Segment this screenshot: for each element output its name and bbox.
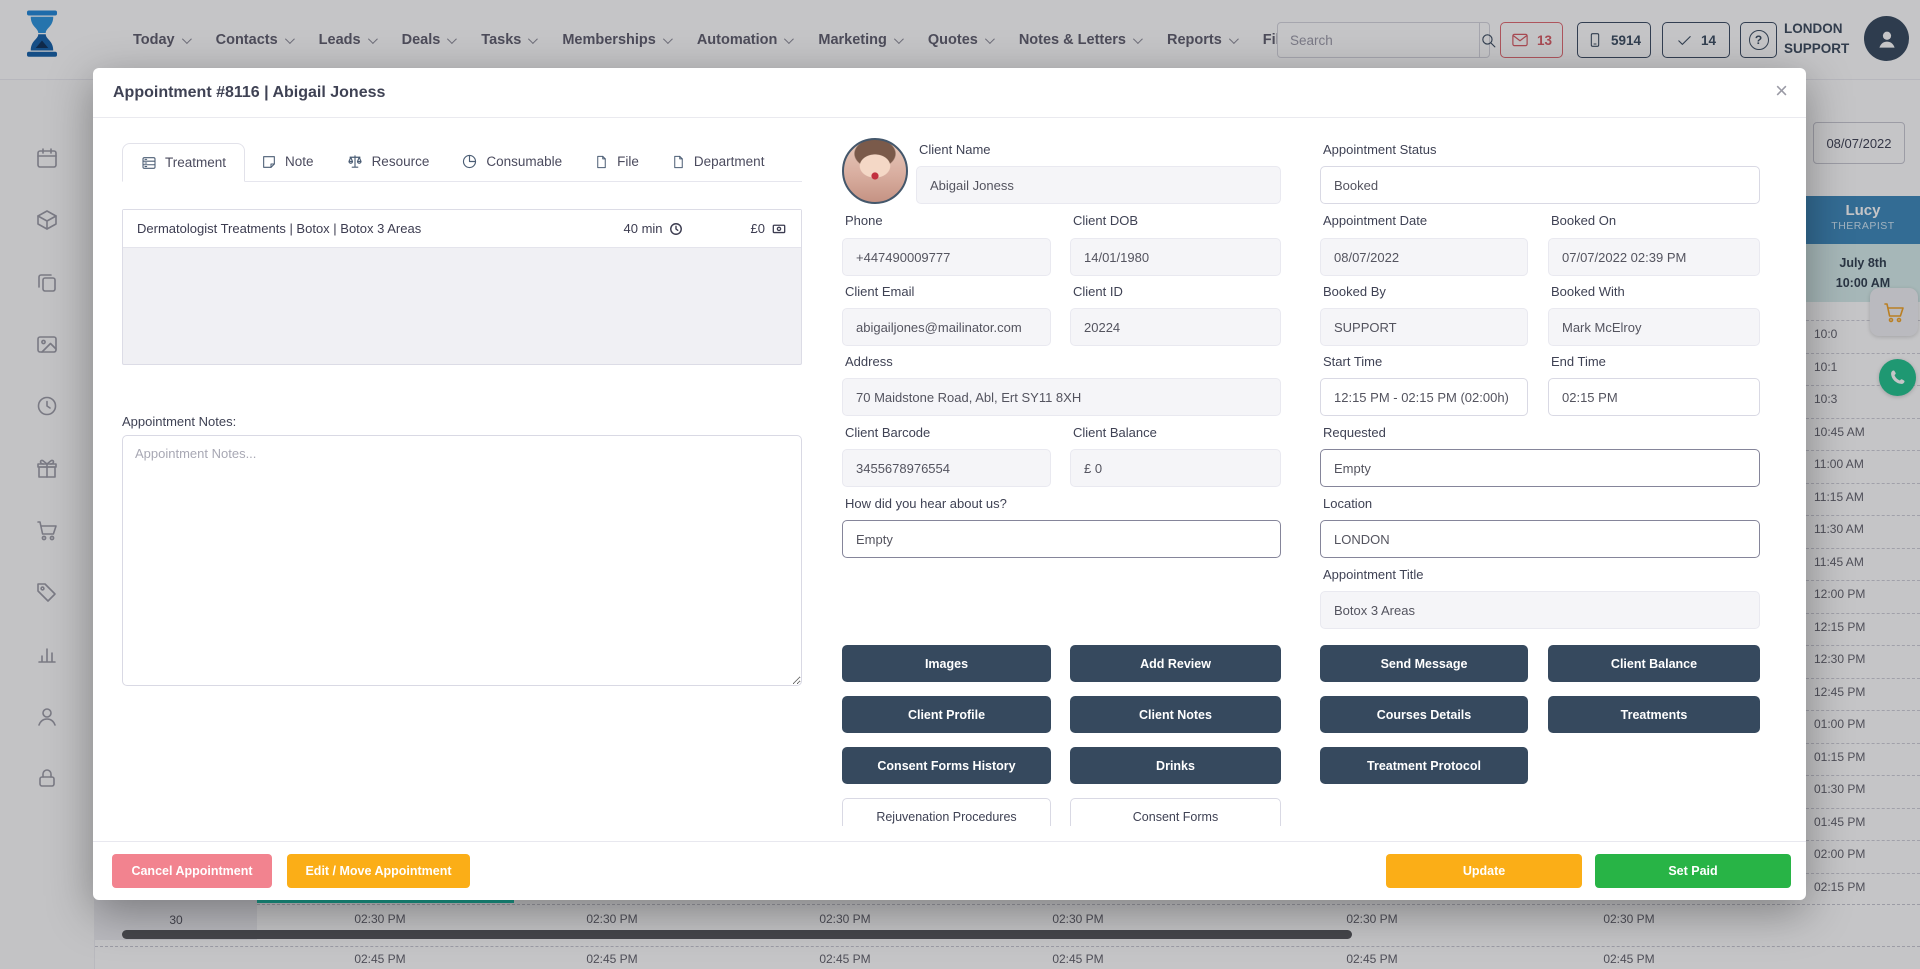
end-time-field[interactable]: 02:15 PM <box>1548 378 1760 416</box>
pie-chart-icon <box>461 153 478 170</box>
consent-forms-button[interactable]: Consent Forms <box>1070 798 1281 826</box>
tab-file[interactable]: File <box>578 142 655 181</box>
requested-label: Requested <box>1323 425 1386 440</box>
add-review-button[interactable]: Add Review <box>1070 645 1281 682</box>
requested-select[interactable]: Empty <box>1320 449 1760 487</box>
treatment-protocol-button[interactable]: Treatment Protocol <box>1320 747 1528 784</box>
client-email-label: Client Email <box>845 284 914 299</box>
scales-icon <box>346 153 364 170</box>
phone-field[interactable]: +447490009777 <box>842 238 1051 276</box>
booked-with-label: Booked With <box>1551 284 1625 299</box>
end-time-label: End Time <box>1551 354 1606 369</box>
tab-resource[interactable]: Resource <box>330 142 446 181</box>
send-message-button[interactable]: Send Message <box>1320 645 1528 682</box>
client-balance-field[interactable]: £ 0 <box>1070 449 1281 487</box>
phone-label: Phone <box>845 213 883 228</box>
modal-tabs: Treatment Note Resource Consumable File … <box>122 143 802 182</box>
appointment-modal: Appointment #8116 | Abigail Joness × Tre… <box>93 68 1806 900</box>
booked-on-label: Booked On <box>1551 213 1616 228</box>
treatment-price: £0 <box>751 221 765 236</box>
hear-about-label: How did you hear about us? <box>845 496 1007 511</box>
treatment-row[interactable]: Dermatologist Treatments | Botox | Botox… <box>123 210 801 248</box>
tab-department[interactable]: Department <box>655 142 781 181</box>
appointment-date-field[interactable]: 08/07/2022 <box>1320 238 1528 276</box>
treatments-button[interactable]: Treatments <box>1548 696 1760 733</box>
client-photo[interactable] <box>842 138 908 204</box>
client-name-label: Client Name <box>919 142 991 157</box>
rejuvenation-procedures-button[interactable]: Rejuvenation Procedures <box>842 798 1051 826</box>
booked-with-field[interactable]: Mark McElroy <box>1548 308 1760 346</box>
tab-consumable[interactable]: Consumable <box>445 142 578 181</box>
modal-title: Appointment #8116 | Abigail Joness <box>113 84 385 102</box>
client-name-field[interactable]: Abigail Joness <box>916 166 1281 204</box>
appointment-date-label: Appointment Date <box>1323 213 1427 228</box>
drinks-button[interactable]: Drinks <box>1070 747 1281 784</box>
client-notes-button[interactable]: Client Notes <box>1070 696 1281 733</box>
client-balance-label: Client Balance <box>1073 425 1157 440</box>
booked-on-field[interactable]: 07/07/2022 02:39 PM <box>1548 238 1760 276</box>
clipped-buttons-row: Rejuvenation Procedures Consent Forms <box>842 798 1281 826</box>
address-field[interactable]: 70 Maidstone Road, Abl, Ert SY11 8XH <box>842 378 1281 416</box>
address-label: Address <box>845 354 893 369</box>
appointment-notes-label: Appointment Notes: <box>122 414 236 429</box>
edit-move-appointment-button[interactable]: Edit / Move Appointment <box>287 854 470 888</box>
clock-icon <box>669 222 683 236</box>
note-icon <box>261 154 277 170</box>
client-email-field[interactable]: abigailjones@mailinator.com <box>842 308 1051 346</box>
appointment-notes-input[interactable] <box>122 435 802 686</box>
modal-header: Appointment #8116 | Abigail Joness × <box>93 68 1806 118</box>
client-balance-button[interactable]: Client Balance <box>1548 645 1760 682</box>
location-label: Location <box>1323 496 1372 511</box>
appointment-title-label: Appointment Title <box>1323 567 1423 582</box>
client-barcode-field[interactable]: 3455678976554 <box>842 449 1051 487</box>
file-icon <box>671 154 686 170</box>
client-id-field[interactable]: 20224 <box>1070 308 1281 346</box>
client-profile-button[interactable]: Client Profile <box>842 696 1051 733</box>
booked-by-label: Booked By <box>1323 284 1386 299</box>
update-button[interactable]: Update <box>1386 854 1582 888</box>
close-icon[interactable]: × <box>1775 80 1788 102</box>
appointment-status-field[interactable]: Booked <box>1320 166 1760 204</box>
modal-footer: Cancel Appointment Edit / Move Appointme… <box>93 841 1806 900</box>
cash-icon[interactable] <box>771 222 787 235</box>
client-dob-field[interactable]: 14/01/1980 <box>1070 238 1281 276</box>
treatment-name: Dermatologist Treatments | Botox | Botox… <box>137 221 624 236</box>
cancel-appointment-button[interactable]: Cancel Appointment <box>112 854 272 888</box>
appointment-title-field[interactable]: Botox 3 Areas <box>1320 591 1760 629</box>
client-dob-label: Client DOB <box>1073 213 1138 228</box>
start-time-field[interactable]: 12:15 PM - 02:15 PM (02:00h) <box>1320 378 1528 416</box>
location-select[interactable]: LONDON <box>1320 520 1760 558</box>
booked-by-field[interactable]: SUPPORT <box>1320 308 1528 346</box>
tab-treatment[interactable]: Treatment <box>122 143 245 182</box>
treatment-panel: Dermatologist Treatments | Botox | Botox… <box>122 209 802 365</box>
file-icon <box>594 154 609 170</box>
images-button[interactable]: Images <box>842 645 1051 682</box>
consent-forms-history-button[interactable]: Consent Forms History <box>842 747 1051 784</box>
client-barcode-label: Client Barcode <box>845 425 930 440</box>
courses-details-button[interactable]: Courses Details <box>1320 696 1528 733</box>
client-id-label: Client ID <box>1073 284 1123 299</box>
list-icon <box>141 155 157 171</box>
hear-about-select[interactable]: Empty <box>842 520 1281 558</box>
start-time-label: Start Time <box>1323 354 1382 369</box>
tab-note[interactable]: Note <box>245 142 330 181</box>
set-paid-button[interactable]: Set Paid <box>1595 854 1791 888</box>
treatment-duration: 40 min <box>624 221 663 236</box>
app-window: Today Contacts Leads Deals Tasks Members… <box>0 0 1920 969</box>
appointment-status-label: Appointment Status <box>1323 142 1436 157</box>
